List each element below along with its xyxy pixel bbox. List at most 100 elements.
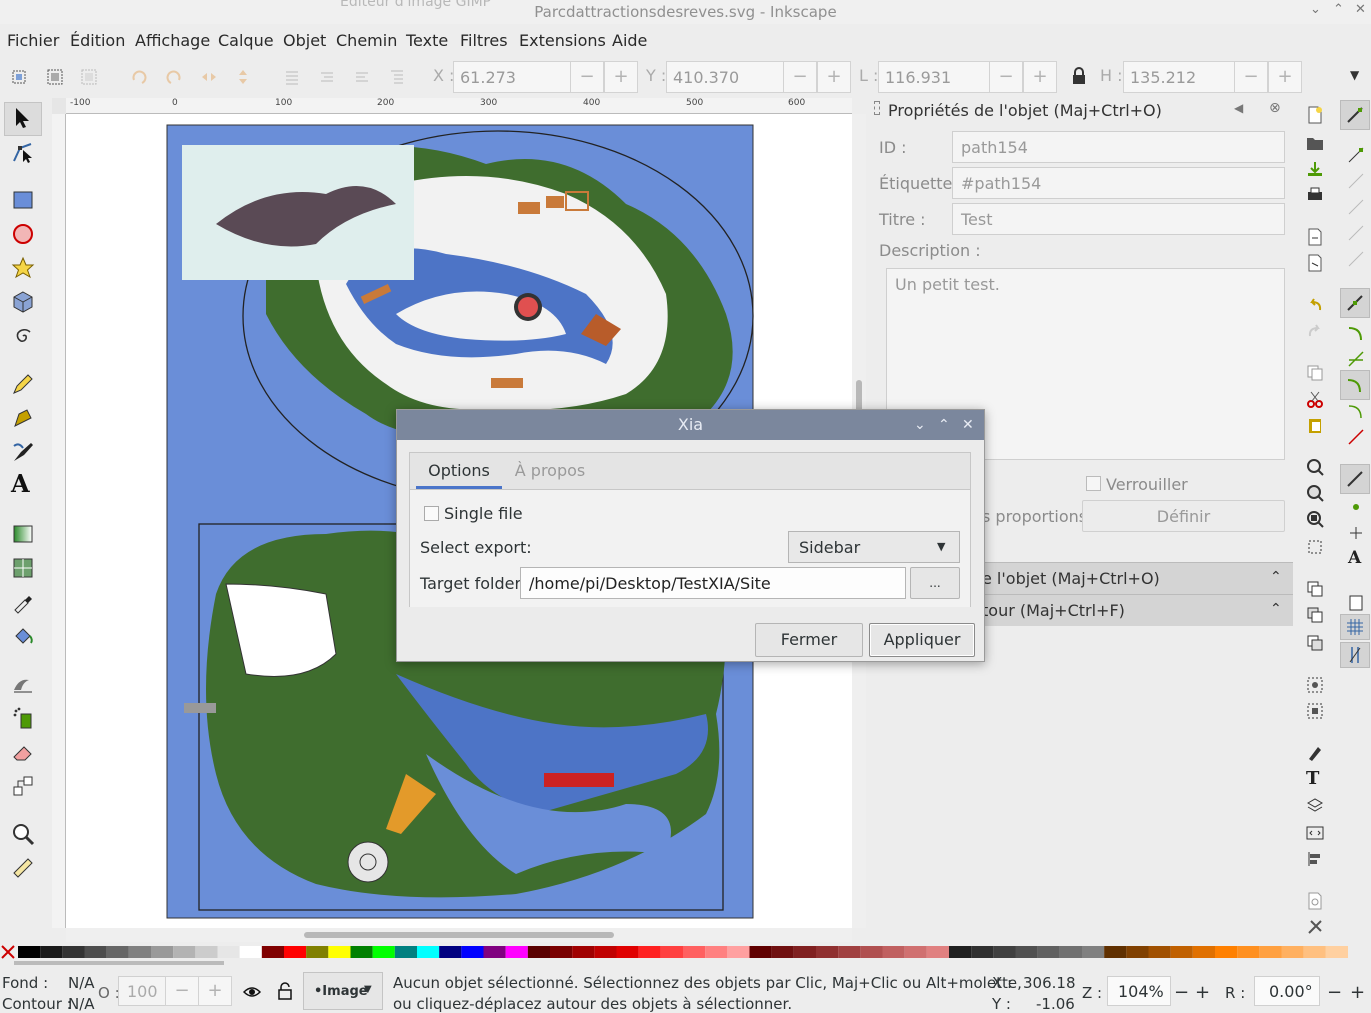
color-swatch[interactable]: [1059, 946, 1082, 958]
color-swatch[interactable]: [461, 946, 484, 958]
layers-icon[interactable]: [1306, 796, 1324, 814]
snap-grid-toggle[interactable]: [1340, 614, 1370, 640]
color-palette[interactable]: [0, 944, 1371, 960]
color-swatch[interactable]: [1259, 946, 1282, 958]
menu-aide[interactable]: Aide: [612, 31, 647, 50]
collapse-up-icon[interactable]: ⌃: [1270, 601, 1282, 617]
panel-iconify-icon[interactable]: ◀: [1234, 101, 1243, 115]
zoom-drawing-icon[interactable]: [1306, 484, 1324, 502]
ungroup-icon[interactable]: [1306, 702, 1324, 720]
color-swatch[interactable]: [749, 946, 772, 958]
color-swatch[interactable]: [882, 946, 905, 958]
rectangle-tool-icon[interactable]: [11, 188, 35, 212]
menu-affichage[interactable]: Affichage: [135, 31, 210, 50]
zoom-input[interactable]: 104%: [1107, 976, 1171, 1006]
tab-options[interactable]: Options: [416, 455, 502, 489]
save-icon[interactable]: [1306, 160, 1324, 178]
color-swatch[interactable]: [1215, 946, 1238, 958]
ellipse-tool-icon[interactable]: [11, 222, 35, 246]
color-swatch[interactable]: [505, 946, 528, 958]
calligraphy-tool-icon[interactable]: [11, 440, 35, 464]
width-input[interactable]: 116.931: [878, 61, 990, 93]
color-swatch[interactable]: [683, 946, 706, 958]
export-icon[interactable]: [1306, 254, 1324, 272]
color-swatch[interactable]: [616, 946, 639, 958]
height-input[interactable]: 135.212: [1123, 61, 1235, 93]
raise-icon[interactable]: [353, 68, 371, 86]
star-tool-icon[interactable]: [11, 256, 35, 280]
height-increment-button[interactable]: +: [1268, 61, 1302, 93]
lock-checkbox[interactable]: [1086, 476, 1101, 491]
raise-to-top-icon[interactable]: [388, 68, 406, 86]
color-swatch[interactable]: [173, 946, 196, 958]
layer-selector[interactable]: •Image ▼: [303, 972, 383, 1010]
color-swatch[interactable]: [638, 946, 661, 958]
color-swatch[interactable]: [128, 946, 151, 958]
color-swatch[interactable]: [217, 946, 240, 958]
color-swatch[interactable]: [727, 946, 750, 958]
unlink-clone-icon[interactable]: [1306, 634, 1324, 652]
palette-swatches[interactable]: [0, 944, 1371, 960]
zoom-out-button[interactable]: −: [1174, 982, 1189, 1003]
color-swatch[interactable]: [417, 946, 440, 958]
snap-bbox-corner-icon[interactable]: [1347, 198, 1365, 216]
zoom-in-button[interactable]: +: [1195, 982, 1210, 1003]
color-swatch[interactable]: [572, 946, 595, 958]
select-export-dropdown[interactable]: Sidebar ▼: [788, 531, 960, 563]
preferences-icon[interactable]: [1306, 918, 1324, 936]
group-icon[interactable]: [1306, 676, 1324, 694]
snap-toggle-active[interactable]: [1340, 100, 1370, 130]
color-swatch[interactable]: [993, 946, 1016, 958]
text-tool-icon[interactable]: A: [11, 472, 35, 496]
color-swatch[interactable]: [350, 946, 373, 958]
pen-tool-icon[interactable]: [11, 406, 35, 430]
color-swatch[interactable]: [1037, 946, 1060, 958]
zoom-page-icon[interactable]: [1306, 510, 1324, 528]
define-button[interactable]: Définir: [1082, 500, 1285, 532]
tweak-tool-icon[interactable]: [11, 672, 35, 696]
snap-nodes-toggle[interactable]: [1340, 288, 1370, 318]
color-swatch[interactable]: [372, 946, 395, 958]
layer-lock-icon[interactable]: [278, 982, 292, 1000]
cut-icon[interactable]: [1306, 390, 1324, 408]
snap-rotation-center-icon[interactable]: [1347, 524, 1365, 542]
panel-grip[interactable]: [874, 101, 880, 115]
snap-cusp-toggle[interactable]: [1340, 370, 1370, 400]
collapse-up-icon[interactable]: ⌃: [1270, 569, 1282, 585]
color-swatch[interactable]: [1170, 946, 1193, 958]
flip-vertical-icon[interactable]: [234, 68, 252, 86]
dialog-maximize-icon[interactable]: ⌃: [938, 410, 950, 440]
new-document-icon[interactable]: [1306, 106, 1324, 124]
color-swatch[interactable]: [239, 946, 262, 958]
undo-icon[interactable]: [1306, 296, 1324, 314]
x-increment-button[interactable]: +: [604, 61, 638, 93]
ruler-corner-lock-icon[interactable]: [52, 98, 66, 114]
color-swatch[interactable]: [106, 946, 129, 958]
color-swatch[interactable]: [284, 946, 307, 958]
copy-icon[interactable]: [1306, 364, 1324, 382]
text-font-icon[interactable]: T: [1306, 768, 1319, 789]
zoom-tool-icon[interactable]: [11, 822, 35, 846]
color-swatch[interactable]: [306, 946, 329, 958]
lower-icon[interactable]: [318, 68, 336, 86]
menu-filtres[interactable]: Filtres: [460, 31, 508, 50]
dialog-titlebar[interactable]: Xia ⌄ ⌃ ✕: [397, 410, 984, 440]
maximize-icon[interactable]: ⌃: [1333, 2, 1344, 17]
measure-tool-icon[interactable]: [11, 856, 35, 880]
snap-bbox-icon[interactable]: [1347, 146, 1365, 164]
mesh-tool-icon[interactable]: [11, 556, 35, 580]
snap-bbox-edge-icon[interactable]: [1347, 172, 1365, 190]
y-input[interactable]: 410.370: [666, 61, 784, 93]
opacity-increment-button[interactable]: +: [198, 976, 232, 1006]
select-all-icon[interactable]: [10, 68, 28, 86]
lock-ratio-icon[interactable]: [1070, 67, 1088, 85]
menu-calque[interactable]: Calque: [218, 31, 274, 50]
x-decrement-button[interactable]: −: [570, 61, 604, 93]
color-swatch[interactable]: [705, 946, 728, 958]
rotate-cw-icon[interactable]: [165, 68, 183, 86]
menu-objet[interactable]: Objet: [283, 31, 326, 50]
color-swatch[interactable]: [1237, 946, 1260, 958]
apply-button[interactable]: Appliquer: [869, 623, 975, 657]
color-swatch[interactable]: [1192, 946, 1215, 958]
id-field[interactable]: path154: [952, 131, 1285, 163]
